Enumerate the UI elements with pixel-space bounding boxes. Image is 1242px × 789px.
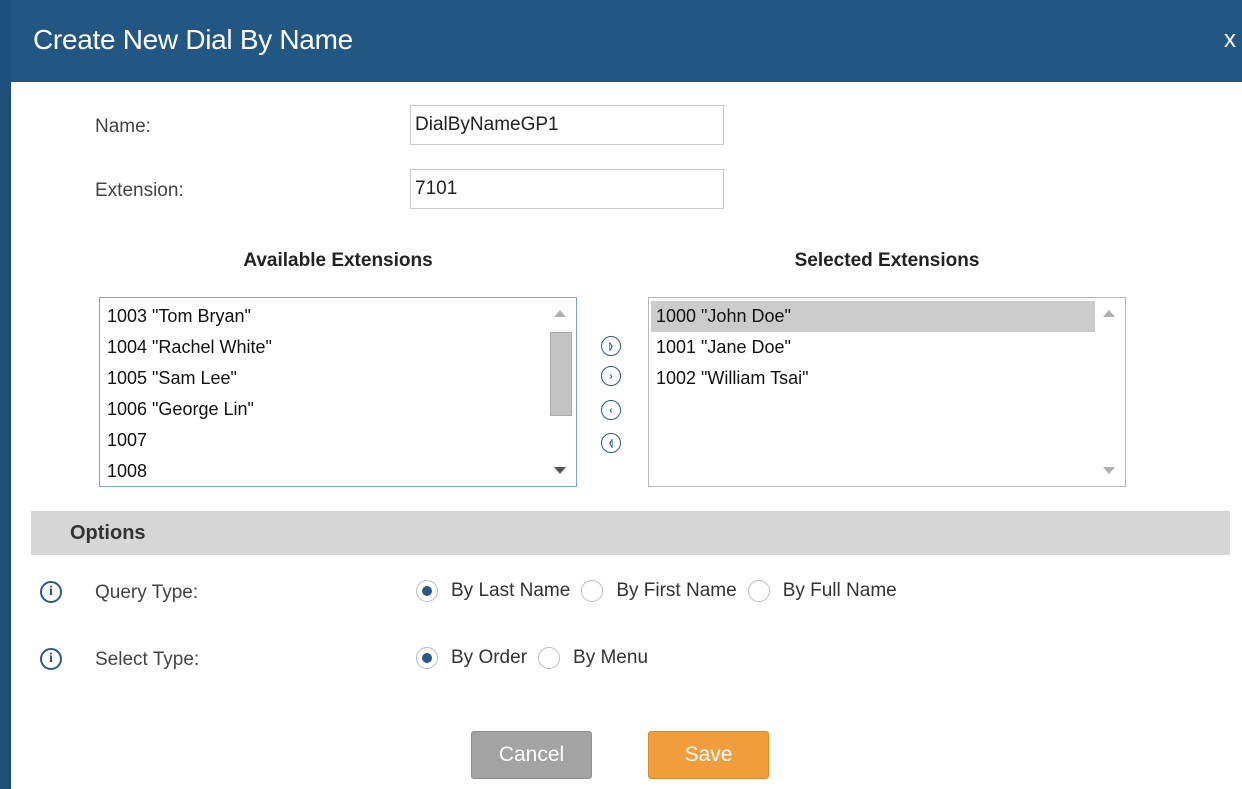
radio-selected-dot	[422, 653, 432, 663]
cancel-button[interactable]: Cancel	[471, 731, 592, 779]
radio-selected-dot	[422, 586, 432, 596]
extension-label: Extension:	[95, 180, 184, 201]
query-type-info-icon[interactable]: i	[40, 581, 62, 603]
options-title: Options	[70, 522, 146, 544]
list-item[interactable]: 1005 "Sam Lee"	[102, 363, 546, 394]
query-type-radio-group: By Last Name By First Name By Full Name	[416, 580, 908, 602]
add-all-icon[interactable]: ⦊	[601, 336, 621, 356]
options-section-header: Options	[31, 511, 1230, 555]
radio-label[interactable]: By Order	[451, 647, 527, 669]
name-input[interactable]	[410, 105, 724, 145]
selected-extensions-header: Selected Extensions	[794, 250, 980, 271]
query-type-label: Query Type:	[95, 582, 199, 603]
available-scrollbar[interactable]	[548, 300, 574, 484]
radio-button[interactable]	[416, 580, 438, 602]
list-item[interactable]: 1001 "Jane Doe"	[651, 332, 1095, 363]
dialog-title: Create New Dial By Name	[33, 24, 353, 55]
remove-selected-icon[interactable]: ‹	[601, 400, 621, 420]
list-item[interactable]: 1000 "John Doe"	[651, 301, 1095, 332]
list-item[interactable]: 1002 "William Tsai"	[651, 363, 1095, 394]
radio-label[interactable]: By Menu	[573, 647, 648, 669]
available-extensions-list[interactable]: 1003 "Tom Bryan" 1004 "Rachel White" 1005 …	[99, 297, 577, 487]
list-item[interactable]: 1003 "Tom Bryan"	[102, 301, 546, 332]
close-icon[interactable]: x	[1224, 26, 1236, 54]
dialog-left-border	[0, 0, 11, 789]
scroll-up-arrow-icon[interactable]	[1103, 310, 1115, 317]
name-label: Name:	[95, 116, 151, 137]
scroll-down-arrow-icon[interactable]	[1103, 467, 1115, 474]
select-type-label: Select Type:	[95, 649, 200, 670]
radio-button[interactable]	[747, 580, 770, 602]
scroll-up-arrow-icon[interactable]	[554, 310, 566, 317]
select-type-info-icon[interactable]: i	[40, 648, 62, 670]
radio-label[interactable]: By Full Name	[783, 580, 897, 602]
selected-items: 1000 "John Doe" 1001 "Jane Doe" 1002 "Will…	[651, 301, 1095, 394]
remove-all-icon[interactable]: ⦉	[601, 433, 621, 453]
scroll-down-arrow-icon[interactable]	[554, 467, 566, 474]
available-items: 1003 "Tom Bryan" 1004 "Rachel White" 1005 …	[102, 301, 546, 486]
radio-label[interactable]: By First Name	[616, 580, 736, 602]
save-button[interactable]: Save	[648, 731, 769, 779]
selected-scrollbar[interactable]	[1097, 300, 1123, 484]
dial-by-name-dialog: Create New Dial By Name x Name: Extensio…	[0, 0, 1242, 789]
dialog-titlebar: Create New Dial By Name x	[0, 0, 1242, 82]
radio-button[interactable]	[416, 647, 438, 669]
list-item[interactable]: 1008	[102, 456, 546, 486]
list-item[interactable]: 1007	[102, 425, 546, 456]
scroll-thumb[interactable]	[550, 332, 572, 416]
radio-button[interactable]	[581, 580, 604, 602]
list-item[interactable]: 1006 "George Lin"	[102, 394, 546, 425]
radio-button[interactable]	[538, 647, 561, 669]
selected-extensions-list[interactable]: 1000 "John Doe" 1001 "Jane Doe" 1002 "Will…	[648, 297, 1126, 487]
extension-input[interactable]	[410, 169, 724, 209]
radio-label[interactable]: By Last Name	[451, 580, 570, 602]
available-extensions-header: Available Extensions	[243, 250, 433, 271]
add-selected-icon[interactable]: ›	[601, 366, 621, 386]
select-type-radio-group: By Order By Menu	[416, 647, 659, 669]
list-item[interactable]: 1004 "Rachel White"	[102, 332, 546, 363]
